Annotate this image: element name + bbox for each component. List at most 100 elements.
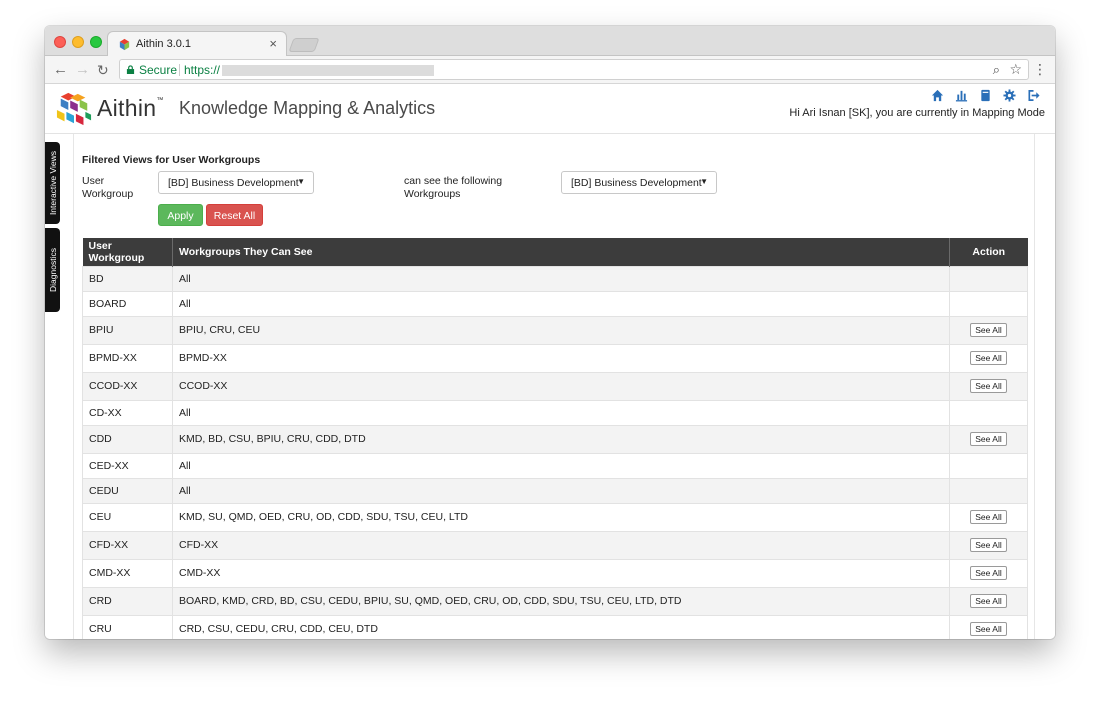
see-all-button[interactable]: See All: [970, 510, 1007, 524]
brand-trademark: ™: [156, 97, 164, 104]
minimize-window-button[interactable]: [72, 36, 84, 48]
user-workgroup-cell: CED-XX: [82, 452, 173, 479]
action-cell: See All: [949, 315, 1028, 345]
action-cell: [949, 399, 1028, 426]
column-header-visible-workgroups[interactable]: Workgroups They Can See: [172, 238, 950, 266]
action-cell: See All: [949, 502, 1028, 532]
action-cell: [949, 477, 1028, 504]
user-workgroup-select[interactable]: [BD] Business Development I ▼: [158, 171, 314, 194]
sign-out-icon[interactable]: [1027, 89, 1040, 102]
browser-menu-icon[interactable]: ⋮: [1033, 61, 1047, 77]
user-workgroup-cell: CCOD-XX: [82, 371, 173, 401]
workgroup-table: User Workgroup Workgroups They Can See A…: [82, 238, 1028, 639]
user-workgroup-label: User Workgroup: [82, 175, 134, 200]
action-cell: See All: [949, 343, 1028, 373]
table-row: BPIU BPIU, CRU, CEU See All: [82, 315, 1028, 345]
visible-workgroups-cell: All: [172, 452, 950, 479]
action-cell: [949, 290, 1028, 317]
visible-workgroups-cell: All: [172, 399, 950, 426]
close-window-button[interactable]: [54, 36, 66, 48]
diagnostics-tab[interactable]: Diagnostics: [45, 228, 60, 312]
see-all-button[interactable]: See All: [970, 323, 1007, 337]
tab-strip: Aithin 3.0.1 ×: [45, 26, 1055, 57]
address-bar[interactable]: Secure https:// ⌕ ☆: [119, 59, 1029, 80]
table-row: CDD KMD, BD, CSU, BPIU, CRU, CDD, DTD See …: [82, 424, 1028, 454]
visible-workgroups-cell: CRD, CSU, CEDU, CRU, CDD, CEU, DTD: [172, 614, 950, 639]
action-cell: See All: [949, 614, 1028, 639]
see-all-button[interactable]: See All: [970, 351, 1007, 365]
main-content: Filtered Views for User Workgroups User …: [73, 134, 1035, 639]
apply-button[interactable]: Apply: [158, 204, 203, 226]
user-workgroup-cell: BPMD-XX: [82, 343, 173, 373]
maximize-window-button[interactable]: [90, 36, 102, 48]
visible-workgroups-cell: KMD, BD, CSU, BPIU, CRU, CDD, DTD: [172, 424, 950, 454]
visible-workgroups-cell: CCOD-XX: [172, 371, 950, 401]
user-workgroup-cell: CEDU: [82, 477, 173, 504]
browser-window: Aithin 3.0.1 × ← → ↻ Secure https:// ⌕ ☆…: [45, 26, 1055, 639]
visible-workgroups-cell: All: [172, 290, 950, 317]
diagnostics-label: Diagnostics: [47, 248, 58, 292]
user-workgroup-cell: CEU: [82, 502, 173, 532]
secure-label: Secure: [139, 63, 178, 77]
browser-tab[interactable]: Aithin 3.0.1 ×: [107, 31, 287, 57]
column-header-action: Action: [949, 238, 1028, 266]
tab-close-icon[interactable]: ×: [269, 36, 277, 51]
see-all-button[interactable]: See All: [970, 621, 1007, 636]
see-all-button[interactable]: See All: [970, 566, 1007, 580]
user-workgroup-cell: BD: [82, 265, 173, 292]
user-greeting: Hi Ari Isnan [SK], you are currently in …: [789, 107, 1045, 119]
section-title: Filtered Views for User Workgroups: [82, 154, 261, 166]
chevron-down-icon: ▼: [700, 177, 708, 186]
forward-arrow-icon[interactable]: →: [75, 61, 90, 79]
action-cell: See All: [949, 371, 1028, 401]
visible-workgroups-value: [BD] Business Development I: [571, 177, 704, 189]
book-icon[interactable]: [979, 89, 992, 102]
column-header-user-workgroup[interactable]: User Workgroup: [82, 238, 173, 266]
table-row: CRD BOARD, KMD, CRD, BD, CSU, CEDU, BPIU,…: [82, 586, 1028, 616]
see-all-button[interactable]: See All: [970, 432, 1007, 446]
home-icon[interactable]: [931, 89, 944, 102]
user-workgroup-value: [BD] Business Development I: [168, 177, 301, 189]
lock-icon: [126, 65, 135, 74]
reset-all-button[interactable]: Reset All: [206, 204, 263, 226]
tab-title: Aithin 3.0.1: [136, 38, 192, 50]
aithin-logo-icon[interactable]: [55, 91, 93, 127]
header-icon-bar: [931, 89, 1040, 102]
brand-name: Aithin™: [97, 95, 164, 121]
user-workgroup-cell: BOARD: [82, 290, 173, 317]
new-tab-button[interactable]: [288, 38, 320, 52]
visible-workgroups-cell: CFD-XX: [172, 530, 950, 560]
user-workgroup-cell: CRU: [82, 614, 173, 639]
page: Aithin™ Knowledge Mapping & Analytics Hi…: [45, 84, 1055, 639]
action-cell: See All: [949, 558, 1028, 588]
table-row: BD All: [82, 265, 1028, 292]
user-workgroup-cell: BPIU: [82, 315, 173, 345]
action-cell: See All: [949, 424, 1028, 454]
table-body: BD All BOARD All BPIU BPIU, CRU, CEU See All BP…: [82, 265, 1028, 639]
user-workgroup-cell: CDD: [82, 424, 173, 454]
gear-icon[interactable]: [1003, 89, 1016, 102]
see-all-button[interactable]: See All: [970, 379, 1007, 393]
bar-chart-icon[interactable]: [955, 89, 968, 102]
bookmark-star-icon[interactable]: ☆: [1009, 61, 1022, 78]
interactive-views-tab[interactable]: Interactive Views: [45, 142, 60, 224]
can-see-label: can see the following Workgroups: [404, 175, 503, 200]
visible-workgroups-select[interactable]: [BD] Business Development I ▼: [561, 171, 717, 194]
action-cell: [949, 452, 1028, 479]
interactive-views-label: Interactive Views: [47, 150, 58, 216]
table-row: CRU CRD, CSU, CEDU, CRU, CDD, CEU, DTD See…: [82, 614, 1028, 639]
user-workgroup-cell: CFD-XX: [82, 530, 173, 560]
visible-workgroups-cell: BOARD, KMD, CRD, BD, CSU, CEDU, BPIU, SU…: [172, 586, 950, 616]
table-row: CFD-XX CFD-XX See All: [82, 530, 1028, 560]
reload-icon[interactable]: ↻: [97, 61, 109, 79]
table-row: CED-XX All: [82, 452, 1028, 479]
address-separator: [179, 64, 180, 76]
user-workgroup-cell: CMD-XX: [82, 558, 173, 588]
action-cell: See All: [949, 586, 1028, 616]
table-header-row: User Workgroup Workgroups They Can See A…: [82, 238, 1028, 266]
see-all-button[interactable]: See All: [970, 538, 1007, 552]
back-arrow-icon[interactable]: ←: [53, 61, 68, 79]
action-cell: [949, 265, 1028, 292]
zoom-icon[interactable]: ⌕: [993, 62, 1000, 78]
see-all-button[interactable]: See All: [970, 594, 1007, 608]
